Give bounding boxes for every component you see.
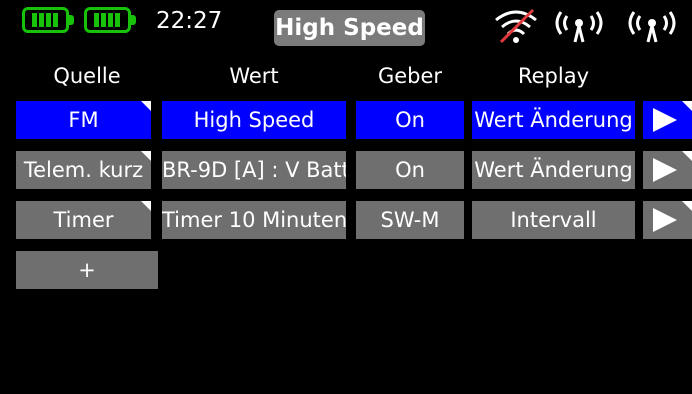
replay-cell[interactable]: Wert Änderung bbox=[472, 151, 635, 189]
battery-transmitter-icon bbox=[22, 7, 74, 33]
geber-cell[interactable]: On bbox=[356, 101, 464, 139]
no-signal-icon bbox=[495, 8, 537, 44]
add-button[interactable]: + bbox=[16, 251, 158, 289]
column-header-quelle: Quelle bbox=[53, 64, 121, 88]
wert-cell[interactable]: High Speed bbox=[162, 101, 346, 139]
column-header-geber: Geber bbox=[377, 64, 443, 88]
play-button[interactable] bbox=[643, 201, 692, 239]
play-button[interactable] bbox=[643, 101, 692, 139]
antenna-signal-icon bbox=[628, 11, 676, 43]
play-icon bbox=[653, 158, 677, 182]
status-bar: 22:27 High Speed bbox=[0, 0, 692, 52]
antenna-signal-icon bbox=[555, 11, 603, 43]
geber-cell[interactable]: On bbox=[356, 151, 464, 189]
wert-cell[interactable]: BR-9D [A] : V Batt bbox=[162, 151, 346, 189]
replay-cell[interactable]: Wert Änderung bbox=[472, 101, 635, 139]
clock: 22:27 bbox=[156, 8, 223, 34]
quelle-cell[interactable]: FM bbox=[16, 101, 151, 139]
column-header-replay: Replay bbox=[517, 64, 590, 88]
play-icon bbox=[653, 108, 677, 132]
model-name[interactable]: High Speed bbox=[274, 10, 425, 46]
play-icon bbox=[653, 208, 677, 232]
quelle-cell[interactable]: Telem. kurz bbox=[16, 151, 151, 189]
battery-receiver-icon bbox=[84, 7, 136, 33]
column-header-wert: Wert bbox=[229, 64, 279, 88]
wert-cell[interactable]: Timer 10 Minuten bbox=[162, 201, 346, 239]
replay-cell[interactable]: Intervall bbox=[472, 201, 635, 239]
geber-cell[interactable]: SW-M bbox=[356, 201, 464, 239]
play-button[interactable] bbox=[643, 151, 692, 189]
quelle-cell[interactable]: Timer bbox=[16, 201, 151, 239]
